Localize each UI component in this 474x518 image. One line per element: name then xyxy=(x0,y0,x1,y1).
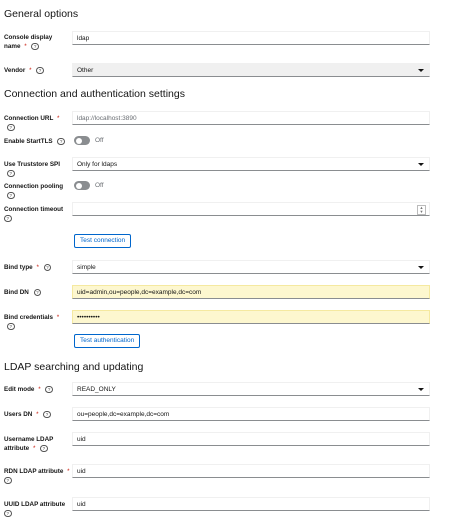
help-icon[interactable]: ? xyxy=(7,169,15,178)
bind-credentials-label: Bind credentials * ? xyxy=(4,314,60,331)
help-icon[interactable]: ? xyxy=(31,42,39,51)
required-marker: * xyxy=(56,314,60,321)
required-marker: * xyxy=(38,386,41,393)
caret-down-icon xyxy=(418,69,424,72)
connection-timeout-label: Connection timeout ? xyxy=(4,206,64,223)
connection-url-input[interactable]: ldap://localhost:3890 xyxy=(72,111,430,125)
edit-mode-select[interactable]: READ_ONLY xyxy=(72,382,430,396)
help-icon[interactable]: ? xyxy=(40,444,48,453)
caret-down-icon xyxy=(418,266,424,269)
help-icon[interactable]: ? xyxy=(57,137,65,146)
section-title-general: General options xyxy=(4,8,79,20)
use-truststore-spi-select[interactable]: Only for ldaps xyxy=(72,157,430,171)
test-connection-button[interactable]: Test connection xyxy=(74,234,132,248)
rdn-ldap-attribute-input[interactable]: uid xyxy=(72,464,430,478)
help-icon[interactable]: ? xyxy=(45,385,53,394)
spinner-down-icon[interactable]: ▼ xyxy=(420,209,424,214)
number-spinner[interactable]: ▲ ▼ xyxy=(417,205,426,215)
connection-timeout-input[interactable]: ▲ ▼ xyxy=(72,202,430,216)
required-marker: * xyxy=(36,411,39,418)
users-dn-label: Users DN * ? xyxy=(4,410,70,419)
enable-starttls-label: Enable StartTLS ? xyxy=(4,137,70,146)
rdn-ldap-attribute-label: RDN LDAP attribute * ? xyxy=(4,468,70,485)
vendor-select[interactable]: Other xyxy=(72,63,430,77)
edit-mode-label: Edit mode * ? xyxy=(4,385,70,394)
bind-dn-label: Bind DN ? xyxy=(4,288,70,297)
required-marker: * xyxy=(56,115,60,122)
help-icon[interactable]: ? xyxy=(7,123,15,132)
connection-pooling-switch[interactable]: Off xyxy=(74,181,104,191)
connection-pooling-label: Connection pooling ? xyxy=(4,183,64,200)
required-marker: * xyxy=(36,264,39,271)
console-display-name-label: Console display name * ? xyxy=(4,34,53,51)
help-icon[interactable]: ? xyxy=(4,476,12,485)
bind-credentials-input[interactable]: •••••••••• xyxy=(72,310,430,324)
help-icon[interactable]: ? xyxy=(7,322,15,331)
bind-type-label: Bind type * ? xyxy=(4,263,70,272)
console-display-name-input[interactable]: ldap xyxy=(72,31,430,45)
enable-starttls-switch[interactable]: Off xyxy=(74,136,104,146)
vendor-label: Vendor * ? xyxy=(4,66,70,75)
caret-down-icon xyxy=(418,388,424,391)
help-icon[interactable]: ? xyxy=(7,191,15,200)
help-icon[interactable]: ? xyxy=(4,509,12,518)
help-icon[interactable]: ? xyxy=(43,263,52,272)
required-marker: * xyxy=(24,43,27,50)
uuid-ldap-attribute-input[interactable]: uid xyxy=(72,497,430,511)
section-title-ldap: LDAP searching and updating xyxy=(4,361,144,373)
help-icon[interactable]: ? xyxy=(36,66,44,75)
required-marker: * xyxy=(67,468,70,475)
help-icon[interactable]: ? xyxy=(4,214,12,223)
use-truststore-spi-label: Use Truststore SPI ? xyxy=(4,161,60,178)
username-ldap-attribute-label: Username LDAP attribute * ? xyxy=(4,436,54,453)
test-authentication-button[interactable]: Test authentication xyxy=(74,334,141,348)
help-icon[interactable]: ? xyxy=(33,288,42,297)
required-marker: * xyxy=(29,67,32,74)
users-dn-input[interactable]: ou=people,dc=example,dc=com xyxy=(72,407,430,421)
toggle-switch[interactable] xyxy=(74,181,90,190)
bind-dn-input[interactable]: uid=admin,ou=people,dc=example,dc=com xyxy=(72,285,430,299)
caret-down-icon xyxy=(418,163,424,166)
username-ldap-attribute-input[interactable]: uid xyxy=(72,432,430,446)
connection-url-label: Connection URL * ? xyxy=(4,115,60,132)
required-marker: * xyxy=(32,445,36,452)
section-title-connection: Connection and authentication settings xyxy=(4,88,185,100)
help-icon[interactable]: ? xyxy=(43,410,51,419)
bind-type-select[interactable]: simple xyxy=(72,260,430,274)
uuid-ldap-attribute-label: UUID LDAP attribute ? xyxy=(4,501,66,518)
toggle-switch[interactable] xyxy=(74,136,90,145)
